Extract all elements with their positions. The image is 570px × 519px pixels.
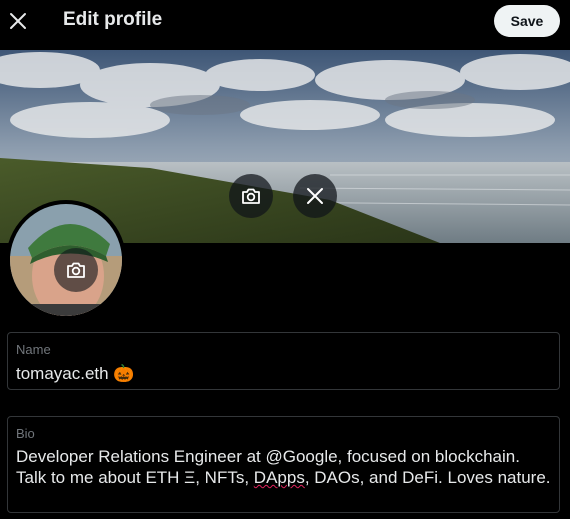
remove-banner-button[interactable] bbox=[293, 174, 337, 218]
close-icon bbox=[307, 188, 323, 204]
name-field[interactable]: Name tomayac.eth 🎃 bbox=[7, 332, 560, 390]
page-title: Edit profile bbox=[63, 9, 163, 30]
bio-textarea-value[interactable]: Developer Relations Engineer at @Google,… bbox=[16, 446, 552, 488]
misspelled-word: DApps bbox=[253, 468, 305, 487]
change-avatar-button[interactable] bbox=[54, 248, 98, 292]
close-button[interactable] bbox=[3, 6, 33, 36]
camera-icon bbox=[242, 188, 260, 204]
change-banner-button[interactable] bbox=[229, 174, 273, 218]
avatar bbox=[10, 204, 122, 316]
bio-field[interactable]: Bio Developer Relations Engineer at @Goo… bbox=[7, 416, 560, 513]
bio-label: Bio bbox=[16, 426, 35, 441]
bio-text: , DAOs, and DeFi. Loves nature. bbox=[304, 468, 551, 487]
modal-header: Edit profile Save bbox=[0, 0, 570, 42]
avatar-container bbox=[6, 200, 126, 320]
save-button[interactable]: Save bbox=[494, 5, 560, 37]
name-label: Name bbox=[16, 342, 51, 357]
close-icon bbox=[10, 13, 26, 29]
name-input-value[interactable]: tomayac.eth 🎃 bbox=[16, 364, 135, 384]
camera-icon bbox=[67, 262, 85, 278]
